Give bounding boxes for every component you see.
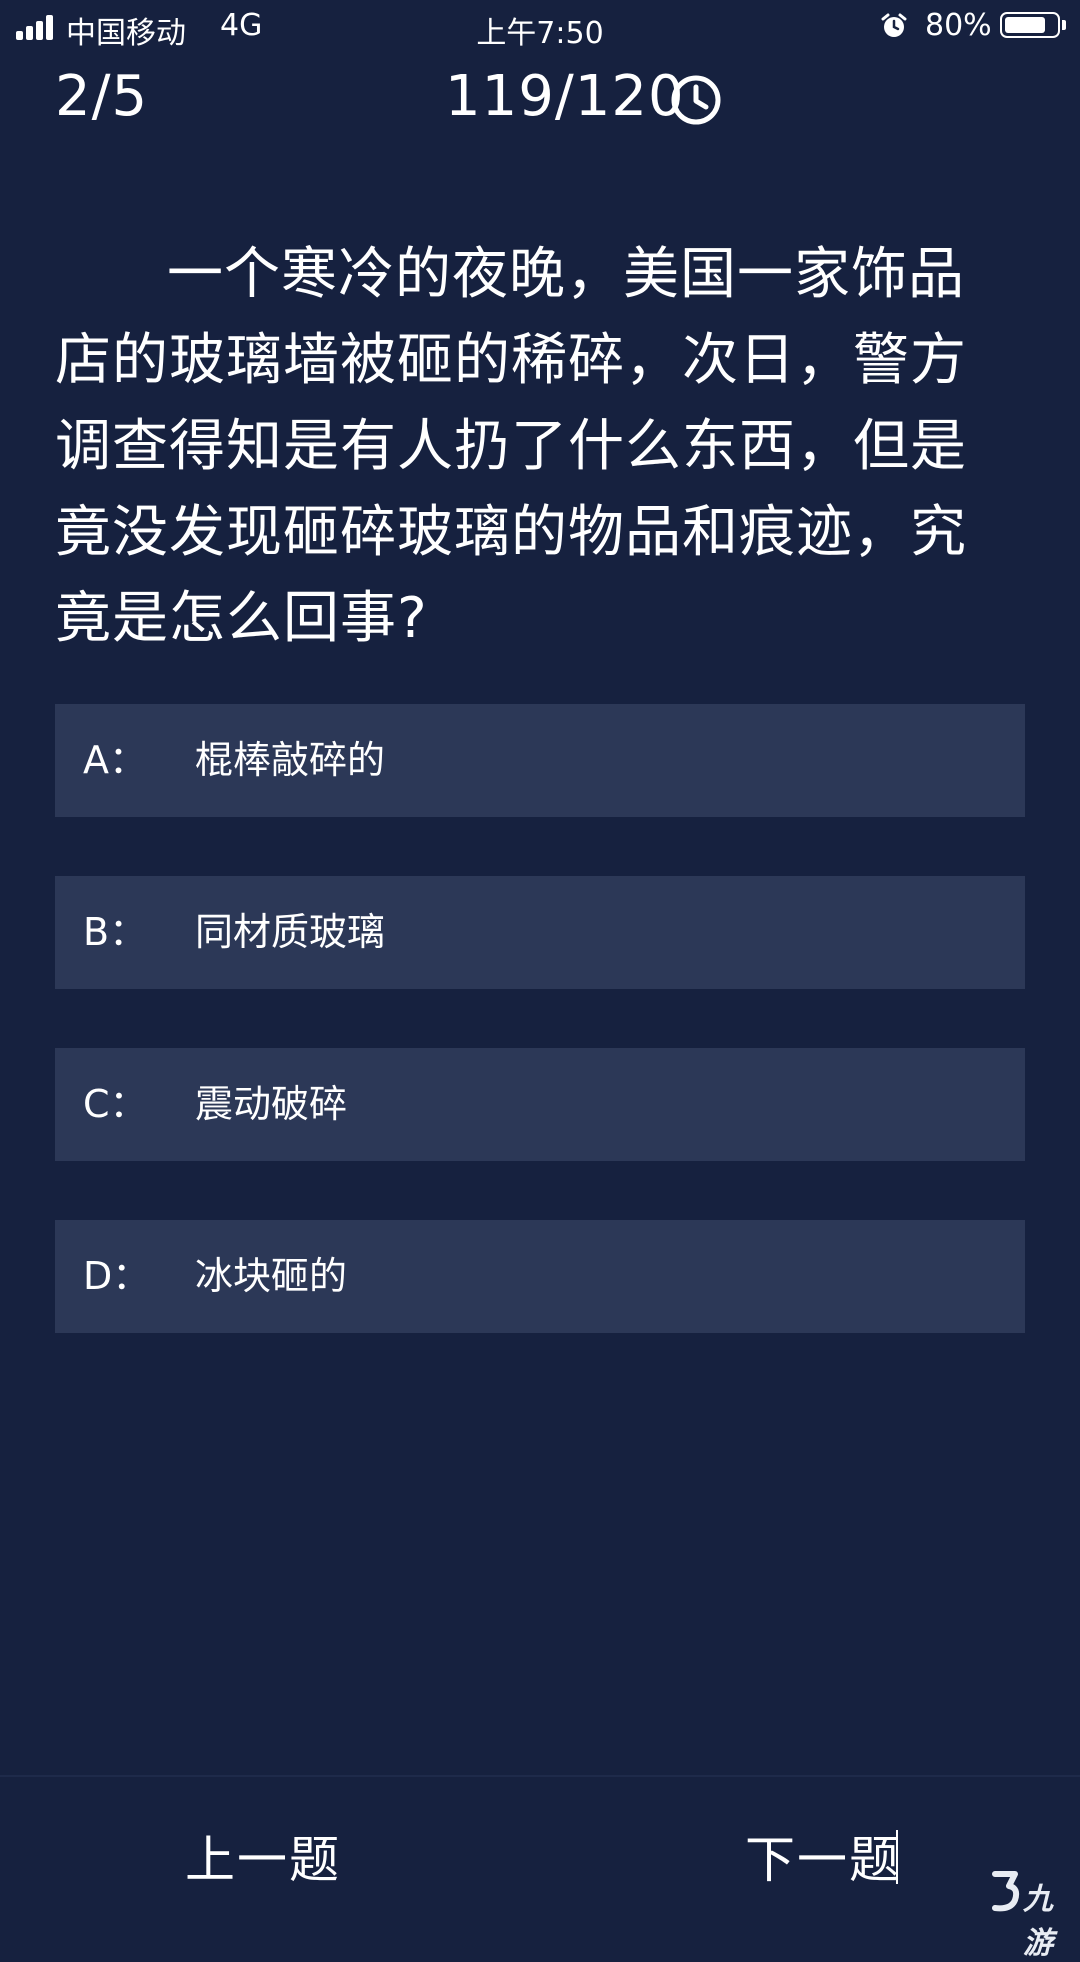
previous-question-button[interactable]: 上一题	[185, 1820, 341, 1892]
status-bar: 中国移动 4G 上午7:50 80%	[0, 0, 1080, 52]
option-a[interactable]: A： 棍棒敲碎的	[55, 704, 1025, 817]
option-d[interactable]: D： 冰块砸的	[55, 1220, 1025, 1333]
battery-icon	[1000, 12, 1060, 38]
logo-icon	[992, 1871, 1020, 1912]
battery-percent: 80%	[925, 8, 992, 43]
option-letter: A：	[83, 738, 147, 782]
option-text: 冰块砸的	[195, 1254, 348, 1298]
option-text: 棍棒敲碎的	[195, 738, 386, 782]
nav-divider	[0, 1775, 1080, 1777]
battery-level	[1005, 17, 1045, 33]
option-c[interactable]: C： 震动破碎	[55, 1048, 1025, 1161]
option-letter: C：	[83, 1082, 148, 1126]
question-text: 一个寒冷的夜晚，美国一家饰品店的玻璃墙被砸的稀碎，次日，警方调查得知是有人扔了什…	[55, 242, 967, 651]
clock-icon	[671, 75, 721, 125]
countdown-timer: 119/120	[445, 64, 685, 129]
option-text: 同材质玻璃	[195, 910, 386, 954]
watermark-text: 九游	[1023, 1882, 1054, 1961]
text-cursor	[896, 1830, 898, 1884]
status-time: 上午7:50	[476, 16, 604, 51]
question-progress: 2/5	[55, 64, 149, 129]
option-letter: D：	[83, 1254, 151, 1298]
watermark-logo: 九游	[985, 1868, 1077, 1961]
option-b[interactable]: B： 同材质玻璃	[55, 876, 1025, 989]
alarm-icon	[881, 13, 907, 37]
next-question-button[interactable]: 下一题	[745, 1820, 901, 1892]
option-letter: B：	[83, 910, 148, 954]
battery-tip	[1062, 20, 1066, 30]
option-text: 震动破碎	[195, 1082, 348, 1126]
